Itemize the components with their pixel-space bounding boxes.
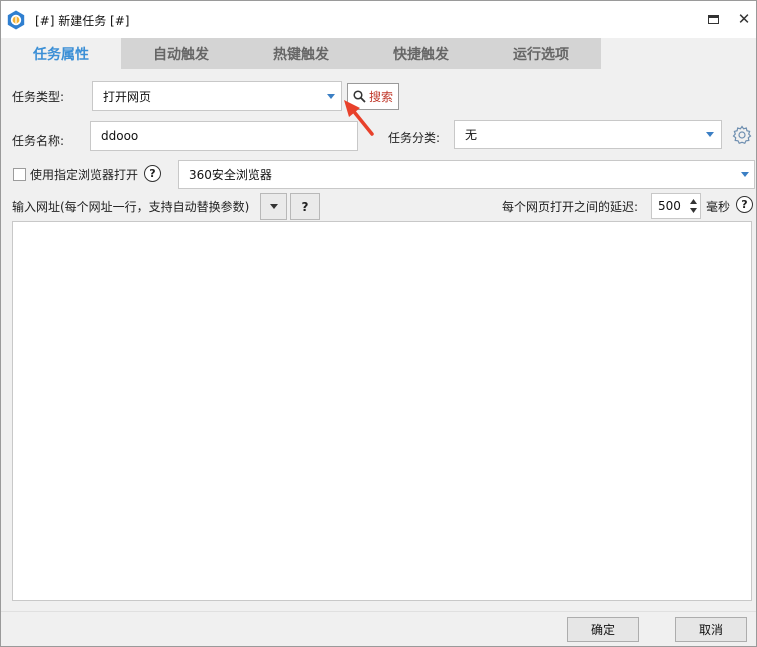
- category-label: 任务分类:: [388, 131, 441, 145]
- app-gear-icon: [7, 10, 25, 30]
- tab-hotkey-trigger[interactable]: 热键触发: [241, 38, 361, 69]
- tab-shortcut-trigger[interactable]: 快捷触发: [361, 38, 481, 69]
- browser-help-icon[interactable]: ?: [144, 165, 161, 182]
- maximize-icon: [707, 14, 719, 24]
- url-dropdown-button[interactable]: [260, 193, 287, 220]
- tab-run-options[interactable]: 运行选项: [481, 38, 601, 69]
- task-name-value: ddooo: [101, 129, 139, 143]
- caret-down-icon: [327, 94, 335, 99]
- browser-value: 360安全浏览器: [189, 168, 272, 182]
- caret-down-icon: [269, 204, 278, 209]
- url-help-button[interactable]: ?: [290, 193, 320, 220]
- use-browser-checkbox[interactable]: [13, 168, 26, 181]
- new-task-window: [#] 新建任务 [#] ✕ 任务属性 自动触发 热键触发 快捷触发 运行选项 …: [0, 0, 757, 647]
- task-name-input[interactable]: ddooo: [90, 121, 358, 151]
- delay-help-icon[interactable]: ?: [736, 196, 753, 213]
- delay-input[interactable]: 500: [651, 193, 701, 219]
- task-type-label: 任务类型:: [12, 90, 65, 104]
- delay-label: 每个网页打开之间的延迟:: [502, 200, 639, 214]
- title-bar[interactable]: [#] 新建任务 [#] ✕: [1, 1, 756, 38]
- tab-auto-trigger[interactable]: 自动触发: [121, 38, 241, 69]
- task-type-select[interactable]: 打开网页: [92, 81, 342, 111]
- category-select[interactable]: 无: [454, 120, 722, 149]
- url-label: 输入网址(每个网址一行，支持自动替换参数): [12, 200, 250, 214]
- task-type-value: 打开网页: [103, 89, 152, 104]
- gear-icon[interactable]: [732, 125, 752, 145]
- dialog-footer: 确定 取消: [1, 611, 756, 646]
- tab-strip: 任务属性 自动触发 热键触发 快捷触发 运行选项: [1, 38, 756, 69]
- delay-value: 500: [658, 199, 681, 213]
- category-value: 无: [465, 128, 478, 142]
- ok-button[interactable]: 确定: [567, 617, 639, 642]
- tab-task-properties[interactable]: 任务属性: [1, 38, 121, 69]
- cancel-button[interactable]: 取消: [675, 617, 747, 642]
- window-title: [#] 新建任务 [#]: [35, 14, 130, 28]
- use-browser-label: 使用指定浏览器打开: [30, 168, 139, 182]
- task-name-label: 任务名称:: [12, 134, 65, 148]
- browser-select[interactable]: 360安全浏览器: [178, 160, 755, 189]
- caret-down-icon: [706, 132, 714, 137]
- caret-down-icon: [741, 172, 749, 177]
- close-icon: ✕: [737, 10, 751, 28]
- close-button[interactable]: ✕: [736, 11, 752, 27]
- url-textarea[interactable]: [12, 221, 752, 601]
- delay-unit: 毫秒: [706, 200, 731, 214]
- spinner-icon[interactable]: [689, 197, 698, 215]
- maximize-button[interactable]: [705, 11, 721, 27]
